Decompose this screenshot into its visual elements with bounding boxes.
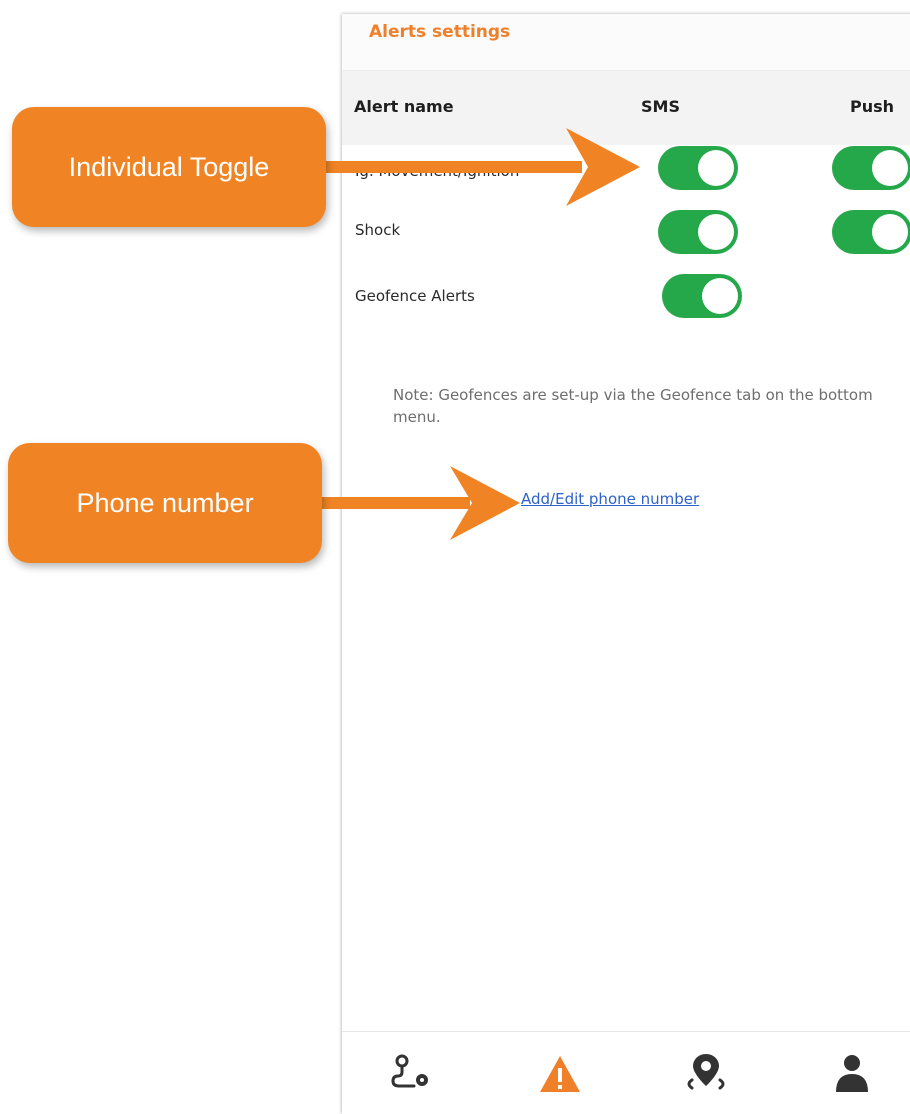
callout-individual-toggle: Individual Toggle (12, 107, 326, 227)
toggle-arrow-shaft (320, 161, 582, 173)
callout-toggle-text: Individual Toggle (68, 151, 270, 182)
callout-phone-number: Phone number (8, 443, 322, 563)
callout-phone-text: Phone number (76, 487, 254, 518)
phone-arrow-shaft (320, 497, 470, 509)
